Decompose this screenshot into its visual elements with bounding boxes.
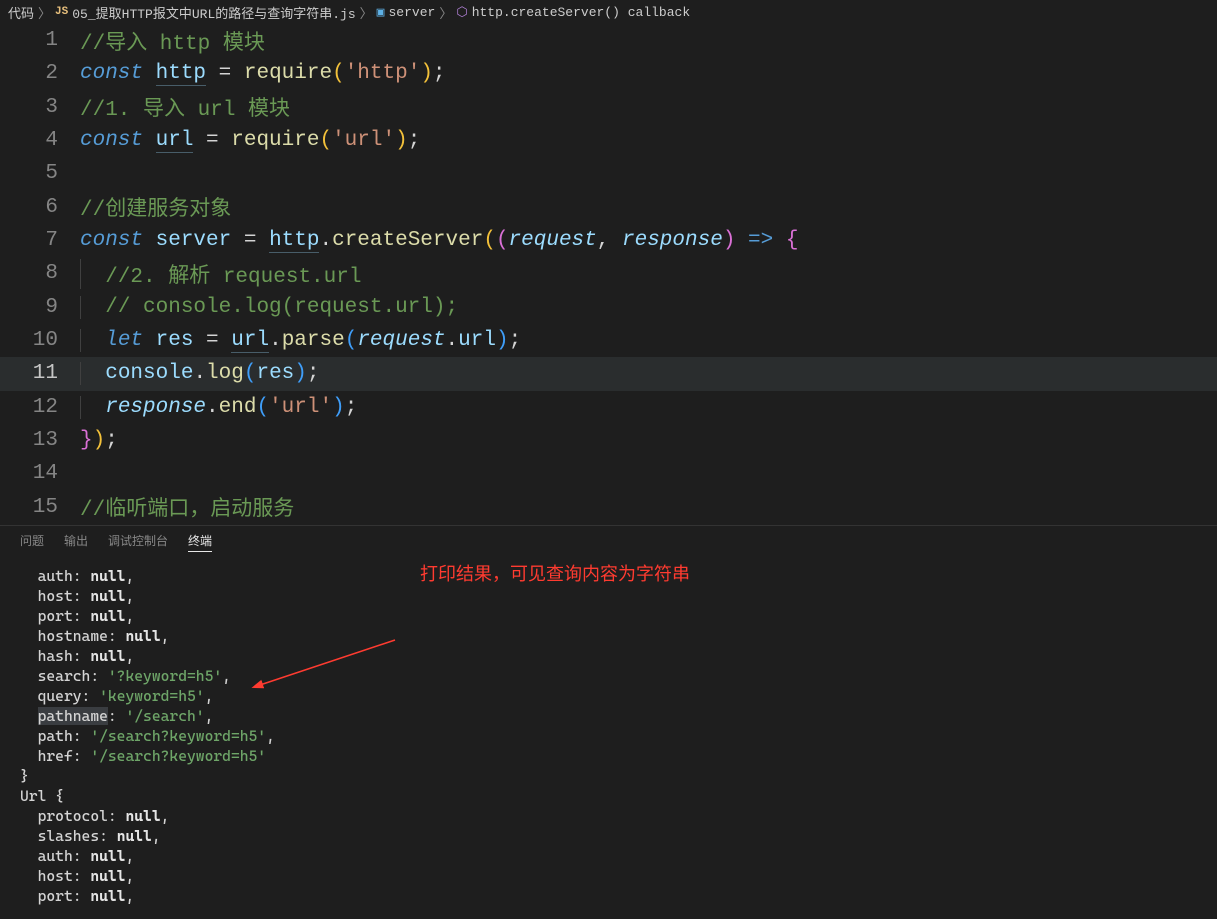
tab-debug-console[interactable]: 调试控制台 bbox=[108, 530, 168, 552]
line-number: 10 bbox=[0, 329, 80, 352]
chevron-right-icon: 〉 bbox=[360, 3, 373, 22]
panel-tabs: 问题 输出 调试控制台 终端 bbox=[0, 526, 1217, 556]
line-number: 8 bbox=[0, 262, 80, 285]
line-number: 12 bbox=[0, 396, 80, 419]
arrow-icon bbox=[250, 635, 400, 695]
annotation-text: 打印结果，可见查询内容为字符串 bbox=[420, 560, 690, 586]
line-number: 7 bbox=[0, 229, 80, 252]
line-number: 4 bbox=[0, 129, 80, 152]
line-number: 3 bbox=[0, 96, 80, 119]
tab-output[interactable]: 输出 bbox=[64, 530, 88, 552]
code-comment: //导入 http 模块 bbox=[80, 33, 265, 56]
tab-problems[interactable]: 问题 bbox=[20, 530, 44, 552]
line-number: 9 bbox=[0, 296, 80, 319]
line-number: 14 bbox=[0, 462, 80, 485]
breadcrumb[interactable]: 代码 〉 JS 05_提取HTTP报文中URL的路径与查询字符串.js 〉 ▣ … bbox=[0, 0, 1217, 24]
chevron-right-icon: 〉 bbox=[38, 3, 51, 22]
line-number: 13 bbox=[0, 429, 80, 452]
breadcrumb-root[interactable]: 代码 bbox=[8, 3, 34, 22]
highlighted-text: pathname bbox=[38, 707, 108, 725]
tab-terminal[interactable]: 终端 bbox=[188, 530, 212, 552]
breadcrumb-callback[interactable]: http.createServer() callback bbox=[472, 5, 690, 20]
js-icon: JS bbox=[55, 6, 68, 18]
line-number: 5 bbox=[0, 162, 80, 185]
line-number: 11 bbox=[0, 362, 80, 385]
line-number: 2 bbox=[0, 62, 80, 85]
code-editor[interactable]: 1//导入 http 模块 2const http = require('htt… bbox=[0, 24, 1217, 524]
breadcrumb-file[interactable]: 05_提取HTTP报文中URL的路径与查询字符串.js bbox=[72, 3, 355, 22]
cube-icon: ⬡ bbox=[456, 5, 467, 20]
line-number: 1 bbox=[0, 29, 80, 52]
line-number: 15 bbox=[0, 496, 80, 519]
line-number: 6 bbox=[0, 196, 80, 219]
chevron-right-icon: 〉 bbox=[439, 3, 452, 22]
terminal-output[interactable]: auth: null, host: null, port: null, host… bbox=[0, 556, 1217, 906]
symbol-icon: ▣ bbox=[377, 5, 385, 20]
breadcrumb-symbol[interactable]: server bbox=[389, 5, 436, 20]
